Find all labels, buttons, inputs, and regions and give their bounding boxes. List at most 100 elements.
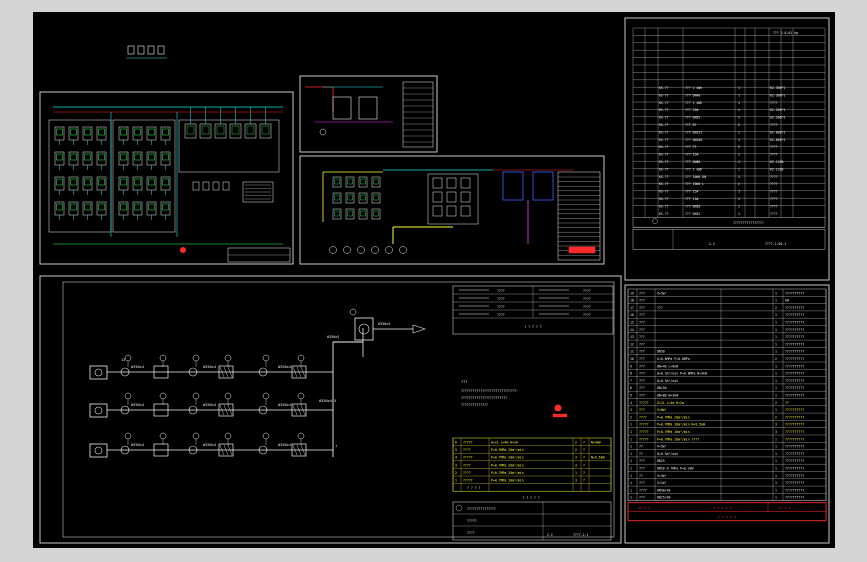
receiver-tag-label: #350x5 [327,335,339,339]
spec-qty-cell: 1 [775,481,777,485]
spec-note-cell: ?????????? [785,452,804,456]
equipment-core [360,210,366,217]
equipment-core [70,203,77,211]
valve-symbol [222,181,230,191]
equipment-core [56,153,63,161]
equipment-core [347,178,353,185]
bom-qty-cell: 1 [738,160,740,164]
notes-title: ??? [461,380,468,384]
spec-value-cell: DN25/40 [657,496,671,500]
pump-icon [343,246,351,254]
legend-text-a: ???? [497,297,505,301]
instrument-bubble-icon [124,354,132,362]
title-block-drawing-no: ????-2-1 [573,533,588,537]
equipment-core [162,153,169,161]
equipment-core [134,153,141,161]
table-name-cell: ???? [463,471,471,475]
logo-mark-icon [455,504,463,512]
spec-qty-cell: 2 [775,415,777,419]
equipment-core [162,203,169,211]
tank-core [261,125,270,135]
spec-no-cell: 1 [630,437,632,441]
bom-qty-cell: 2 [738,145,740,149]
bom-name-cell: ??? DN40 [685,93,700,97]
equipment-symbol [345,208,355,220]
spec-no-cell: 15 [630,321,634,325]
spec-note-cell: ?????????? [785,342,804,346]
bom-qty-cell: 1 [738,130,740,134]
spec-value-cell: DN50 [657,350,665,354]
spec-no-cell: 1 [630,467,632,471]
equipment-core [347,194,353,201]
equipment-symbol [345,176,355,188]
instrument-bubble-icon [224,392,232,400]
spec-name-cell: ????? [639,423,649,427]
bom-code-cell: KS-?? [659,204,669,208]
tank-core [216,125,225,135]
spec-qty-cell: 1 [775,328,777,332]
spec-value-cell: DN40/40 [657,488,671,492]
spec-value-cell: P=0.7MPa 20m³/min N=5.5kW [657,423,705,427]
equipment-symbol [432,205,443,217]
spec-no-cell: 14 [630,328,634,332]
equipment-core [56,128,63,136]
table-qty-cell: 3 [575,479,577,483]
bom-spec-cell: ???? [770,204,778,208]
spec-note-cell: ?????????? [785,394,804,398]
bom-spec-cell: ???? [770,190,778,194]
instrument-bubble-icon [159,432,167,440]
spec-no-cell: 1 [630,445,632,449]
spec-qty-cell: 2 [775,401,777,405]
pipe-tag-label: #350x4 [278,443,291,447]
title-block-text: ???? [467,531,475,535]
spec-note-cell: ?????????? [785,328,804,332]
compressor-motor-icon [94,368,103,377]
bom-name-cell: ??? 15# [685,197,699,201]
legend-text-c: ???? [583,313,591,317]
spec-no-cell: 17 [630,306,634,310]
instrument-bubble-icon [124,392,132,400]
equipment-core [134,128,141,136]
equipment-core [334,194,340,201]
spec-note-cell: ?????????? [785,408,804,412]
spec-no-cell: 1 [630,474,632,478]
bom-code-cell: KS-?? [659,101,669,105]
bom-code-cell: KS-?? [659,138,669,142]
table-unit-cell: ? [583,448,585,452]
table-qty-cell: 2 [575,448,577,452]
spec-value-cell: V=8m³ [657,408,667,412]
bom-code-cell: KS-?? [659,153,669,157]
bom-spec-cell: ???? [770,123,778,127]
table-name-cell: ????? [463,441,473,445]
spec-value-cell: P=0.7MPa 20m³/min [657,415,690,419]
notes-line: ???????????????????????? [461,396,507,400]
spec-qty-cell: 1 [775,299,777,303]
bom-code-cell: KS-?? [659,108,669,112]
cad-drawing-canvas[interactable]: ??? 2-0-01 kg KS-?? ??? 1 kWh 1 KZ-300*1 KS-?… [33,12,835,548]
bom-spec-cell: KZ-800*1 [770,130,785,134]
bom-spec-cell: ???? [770,212,778,216]
table-name-cell: ????? [463,479,473,483]
spec-note-cell: ?????????? [785,430,804,434]
spec-note-cell: ?????????? [785,379,804,383]
instrument-bubble-icon [297,354,305,362]
pipe-tag-label: #350x4 [278,403,291,407]
table-spec-cell: G=2L L=4m H=2m [491,441,518,445]
spec-note-cell: ?????????? [785,423,804,427]
instrument-bubble-icon [297,432,305,440]
equipment-core [347,210,353,217]
spec-no-cell: 16 [630,313,634,317]
bom-spec-cell: KZ-500*1 [770,108,785,112]
bom-spec-cell: KZ-300*1 [770,93,785,97]
table-name-cell: ????? [463,456,473,460]
tank-core [201,125,210,135]
table-unit-cell: ? [583,463,585,467]
spec-name-cell: ????? [639,401,649,405]
equipment-core [162,128,169,136]
spec-name-cell: ??? [639,335,645,339]
spec-note-cell: ?????????? [785,481,804,485]
instrument-bubble-icon [349,308,357,316]
valve-symbol [212,181,220,191]
pipe-tag-label: #350x4 [131,443,144,447]
spec-note-cell: ?????????? [785,306,804,310]
